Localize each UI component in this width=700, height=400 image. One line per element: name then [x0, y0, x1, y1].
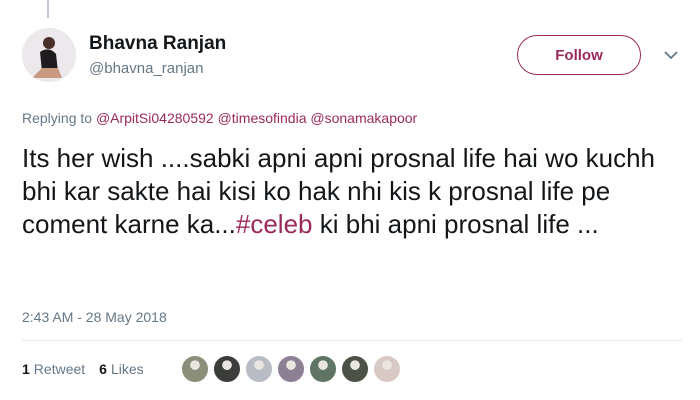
avatar-photo — [22, 28, 76, 82]
retweet-stat[interactable]: 1 Retweet — [22, 361, 85, 377]
likes-count: 6 — [99, 361, 107, 377]
mention-link[interactable]: @timesofindia — [218, 110, 307, 126]
author-name[interactable]: Bhavna Ranjan — [89, 33, 226, 55]
tweet-stats: 1 Retweet 6 Likes — [22, 361, 144, 377]
liker-avatar[interactable] — [180, 354, 210, 384]
thread-connector-line — [47, 0, 49, 18]
tweet-timestamp[interactable]: 2:43 AM - 28 May 2018 — [22, 309, 167, 325]
liker-avatar[interactable] — [244, 354, 274, 384]
retweet-count: 1 — [22, 361, 30, 377]
liker-avatar[interactable] — [340, 354, 370, 384]
liker-avatar[interactable] — [212, 354, 242, 384]
likes-stat[interactable]: 6 Likes — [99, 361, 143, 377]
chevron-down-icon[interactable] — [664, 50, 678, 60]
likes-label: Likes — [110, 361, 144, 377]
retweet-label: Retweet — [33, 361, 86, 377]
mention-link[interactable]: @ArpitSi04280592 — [96, 110, 214, 126]
liker-avatars — [180, 354, 404, 384]
mention-link[interactable]: @sonamakapoor — [310, 110, 417, 126]
replying-to: Replying to @ArpitSi04280592 @timesofind… — [22, 110, 417, 126]
divider — [22, 340, 682, 341]
follow-button[interactable]: Follow — [517, 35, 641, 75]
author-handle[interactable]: @bhavna_ranjan — [89, 60, 203, 77]
replying-to-label: Replying to — [22, 110, 93, 126]
liker-avatar[interactable] — [276, 354, 306, 384]
liker-avatar[interactable] — [308, 354, 338, 384]
hashtag-link[interactable]: #celeb — [236, 209, 313, 239]
author-avatar[interactable] — [22, 28, 76, 82]
tweet-text: Its her wish ....sabki apni apni prosnal… — [22, 142, 692, 241]
tweet-text-tail: ki bhi apni prosnal life ... — [312, 209, 599, 239]
liker-avatar[interactable] — [372, 354, 402, 384]
